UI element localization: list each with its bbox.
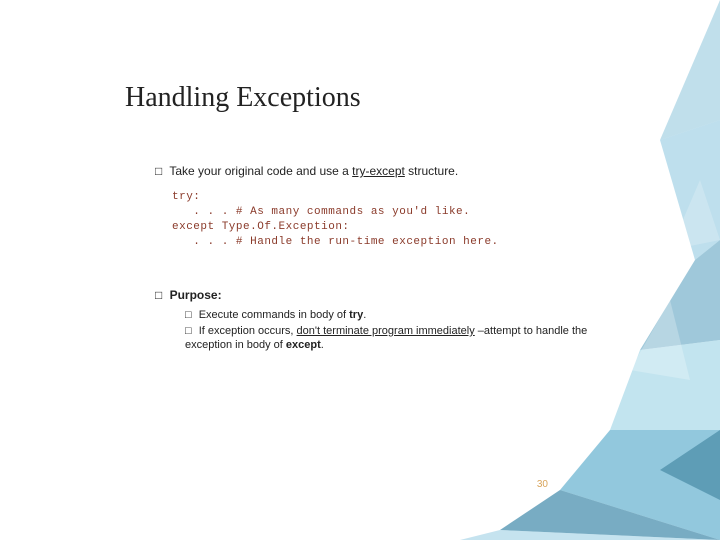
sub-bullet-exception: □ If exception occurs, don't terminate p… (185, 324, 630, 352)
sub-text: If exception occurs, (196, 325, 297, 337)
code-line: . . . # Handle the run-time exception he… (172, 236, 499, 248)
decorative-shards-icon (460, 0, 720, 540)
sub-bullet-execute: □ Execute commands in body of try. (185, 308, 630, 322)
purpose-label: Purpose: (166, 288, 221, 302)
try-except-underline: try-except (352, 164, 405, 178)
bullet-text-end: structure. (405, 164, 458, 178)
bullet-marker-icon: □ (185, 324, 192, 338)
bullet-marker-icon: □ (155, 288, 162, 302)
slide-title: Handling Exceptions (125, 82, 361, 114)
bullet-take-code: □ Take your original code and use a try-… (155, 164, 458, 178)
dont-terminate-underline: don't terminate program immediately (297, 325, 475, 337)
code-block: try: . . . # As many commands as you'd l… (172, 190, 499, 250)
code-line: except Type.Of.Exception: (172, 221, 350, 233)
try-bold: try (349, 309, 363, 321)
sub-text-end: . (363, 309, 366, 321)
sub-text: Execute commands in body of (196, 309, 349, 321)
bullet-text: Take your original code and use a (166, 164, 352, 178)
slide: Handling Exceptions □ Take your original… (0, 0, 720, 540)
bullet-marker-icon: □ (155, 164, 162, 178)
page-number: 30 (537, 479, 548, 490)
bullet-marker-icon: □ (185, 308, 192, 322)
sub-text-end: . (321, 339, 324, 351)
code-line: . . . # As many commands as you'd like. (172, 206, 470, 218)
except-bold: except (286, 339, 321, 351)
bullet-purpose: □ Purpose: (155, 288, 222, 302)
code-line: try: (172, 191, 200, 203)
